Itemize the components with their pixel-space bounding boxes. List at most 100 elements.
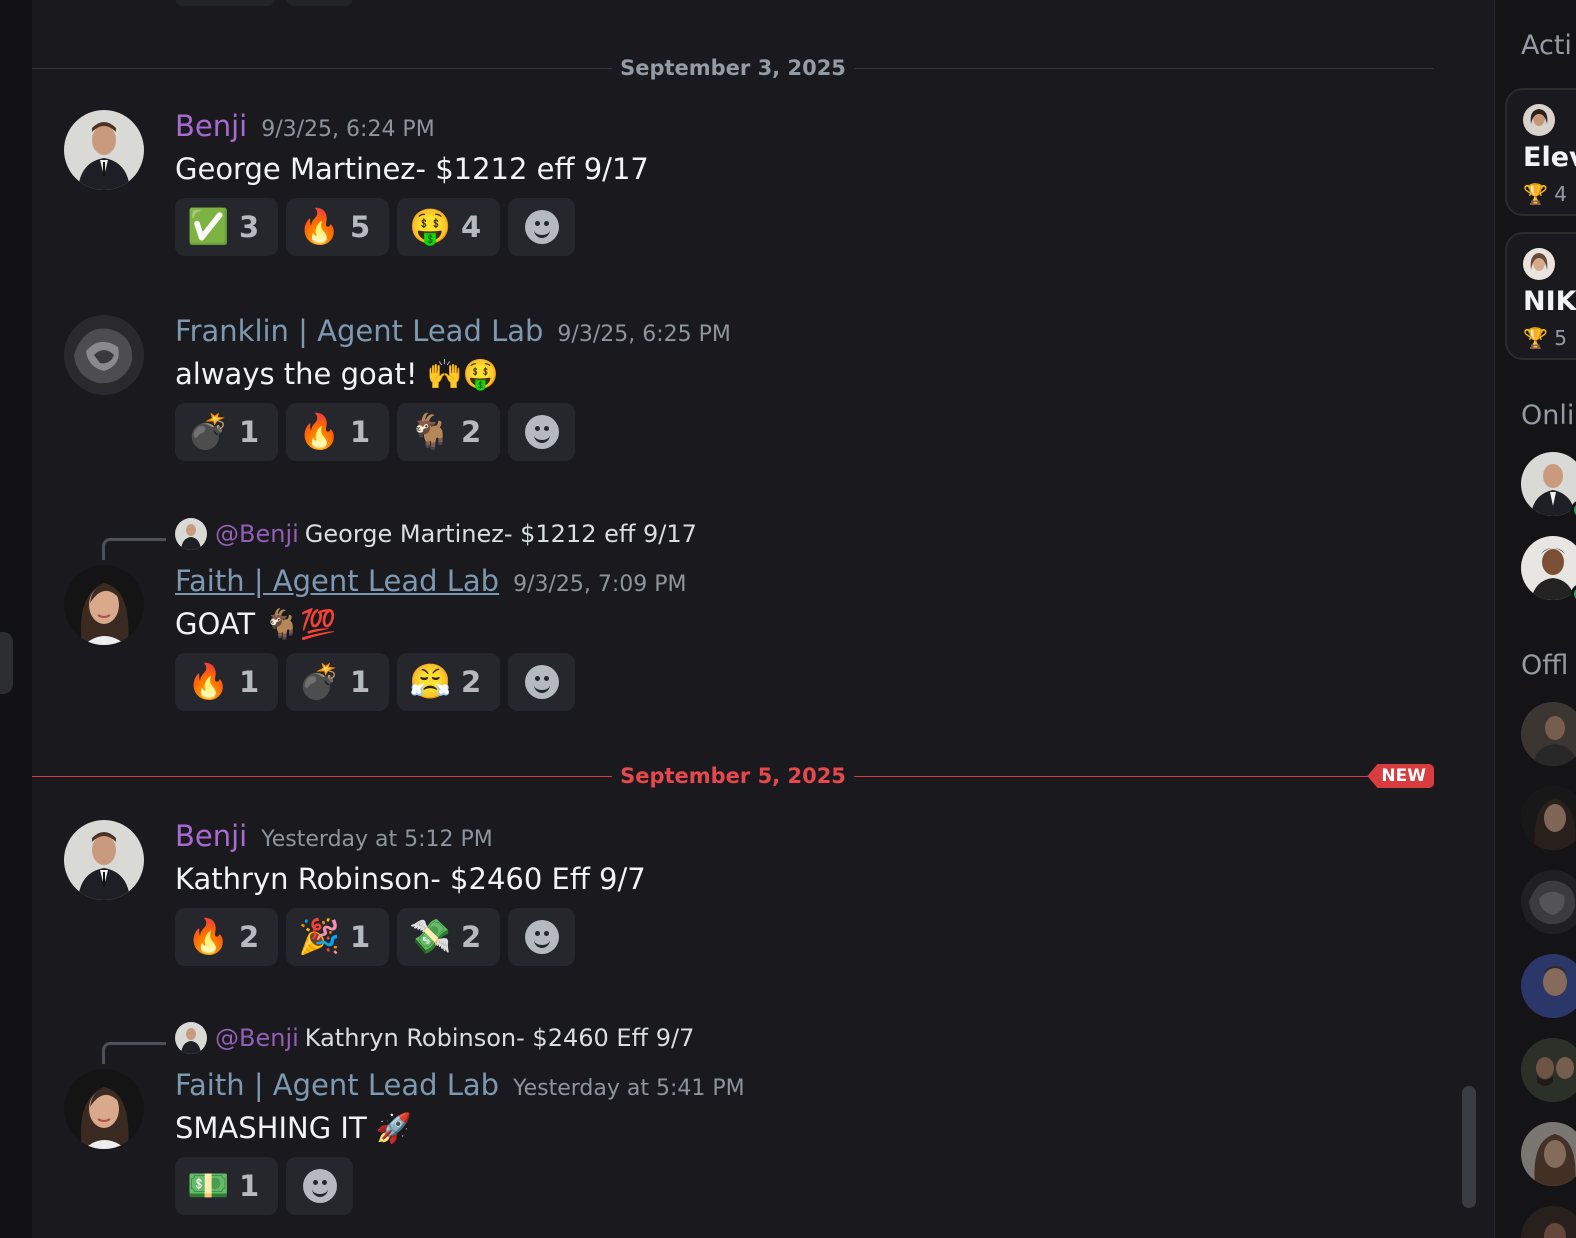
reply-spine (102, 538, 166, 560)
add-reaction-button[interactable] (508, 653, 575, 711)
message-content: Kathryn Robinson- $2460 Eff 9/7 (175, 862, 646, 896)
message-content: GOAT 🐐💯 (175, 607, 337, 641)
add-reaction-button[interactable] (508, 198, 575, 256)
reaction[interactable]: 🎉 1 (286, 908, 389, 966)
avatar[interactable] (64, 565, 144, 645)
member-avatar[interactable] (1521, 786, 1576, 850)
reaction[interactable]: ✅ 3 (175, 198, 278, 256)
reaction[interactable]: 🔥 5 (286, 198, 389, 256)
message-content: always the goat! 🙌🤑 (175, 357, 499, 391)
date-divider: September 3, 2025 (32, 58, 1434, 79)
fire-emoji-icon: 🔥 (187, 662, 230, 702)
party-popper-emoji-icon: 🎉 (298, 917, 341, 957)
member-avatar[interactable] (1521, 536, 1576, 600)
reaction[interactable]: 🤑 4 (397, 198, 500, 256)
activity-card[interactable]: Elev 🏆 4 (1505, 88, 1576, 216)
reply-avatar (175, 518, 207, 550)
reaction-count: 2 (461, 665, 482, 699)
member-avatar[interactable] (1521, 954, 1576, 1018)
reaction[interactable]: 🔥 1 (286, 403, 389, 461)
reactions: 💣 1 🔥 1 🐐 2 (175, 403, 731, 461)
member-avatar[interactable] (1521, 1038, 1576, 1102)
reaction[interactable]: 💣 1 (175, 403, 278, 461)
reactions: ✅ 3 🔥 5 🤑 4 (175, 198, 649, 256)
smiley-icon (524, 665, 559, 699)
username[interactable]: Benji (175, 109, 247, 143)
reaction-count: 5 (350, 210, 371, 244)
smiley-icon (524, 415, 559, 449)
reaction-count: 1 (239, 665, 260, 699)
fire-emoji-icon: 🔥 (298, 207, 341, 247)
avatar (1523, 104, 1555, 136)
bomb-emoji-icon: 💣 (298, 662, 341, 702)
member-avatar[interactable] (1521, 702, 1576, 766)
online-heading: Onli (1521, 400, 1575, 431)
reaction-count: 2 (239, 920, 260, 954)
reaction[interactable]: 🔥 2 (175, 908, 278, 966)
reaction-count: 1 (350, 665, 371, 699)
reaction-count: 1 (239, 415, 260, 449)
money-mouth-emoji-icon: 🤑 (409, 207, 452, 247)
reaction-count: 3 (239, 210, 260, 244)
username[interactable]: Franklin | Agent Lead Lab (175, 314, 543, 348)
message-content: SMASHING IT 🚀 (175, 1111, 413, 1145)
avatar[interactable] (64, 315, 144, 395)
timestamp: Yesterday at 5:41 PM (513, 1076, 745, 1101)
previous-add-reaction[interactable] (286, 0, 353, 6)
smiley-icon (524, 920, 559, 954)
member-sidebar: Acti Elev 🏆 4 NIK 🏆 5 Onli Offl (1494, 0, 1576, 1238)
timestamp: 9/3/25, 6:25 PM (557, 322, 731, 347)
username[interactable]: Faith | Agent Lead Lab (175, 1068, 499, 1102)
activity-name: Elev (1523, 142, 1576, 173)
reaction-count: 1 (239, 1169, 260, 1203)
fire-emoji-icon: 🔥 (298, 412, 341, 452)
server-rail (0, 0, 32, 1238)
smiley-icon (524, 210, 559, 244)
offline-heading: Offl (1521, 650, 1569, 681)
reactions: 🔥 2 🎉 1 💸 2 (175, 908, 646, 966)
add-reaction-button[interactable] (508, 403, 575, 461)
reaction-count: 1 (350, 920, 371, 954)
activity-card[interactable]: NIK 🏆 5 (1505, 232, 1576, 360)
reply-mention[interactable]: @Benji (215, 520, 299, 548)
active-now-heading: Acti (1521, 30, 1572, 61)
reaction-count: 2 (461, 415, 482, 449)
username[interactable]: Benji (175, 819, 247, 853)
reaction[interactable]: 🐐 2 (397, 403, 500, 461)
avatar[interactable] (64, 110, 144, 190)
reactions: 🔥 1 💣 1 😤 2 (175, 653, 687, 711)
reaction-count: 4 (461, 210, 482, 244)
trophy-icon: 🏆 4 (1523, 182, 1567, 206)
reply-text: George Martinez- $1212 eff 9/17 (304, 520, 697, 548)
reaction[interactable]: 😤 2 (397, 653, 500, 711)
reply-avatar (175, 1022, 207, 1054)
member-avatar[interactable] (1521, 870, 1576, 934)
avatar[interactable] (64, 820, 144, 900)
member-avatar[interactable] (1521, 1206, 1576, 1238)
avatar[interactable] (64, 1069, 144, 1149)
scrollbar-thumb[interactable] (1462, 1086, 1476, 1208)
add-reaction-button[interactable] (508, 908, 575, 966)
reaction[interactable]: 🔥 1 (175, 653, 278, 711)
date-divider-label: September 5, 2025 (612, 766, 854, 787)
member-avatar[interactable] (1521, 452, 1576, 516)
smiley-icon (302, 1169, 337, 1203)
activity-name: NIK (1523, 286, 1576, 317)
date-divider-label: September 3, 2025 (612, 58, 854, 79)
reaction[interactable]: 💵 1 (175, 1157, 278, 1215)
username[interactable]: Faith | Agent Lead Lab (175, 564, 499, 598)
goat-emoji-icon: 🐐 (409, 412, 452, 452)
server-pill[interactable] (0, 632, 13, 694)
check-emoji-icon: ✅ (187, 207, 230, 247)
new-badge: NEW (1367, 764, 1434, 788)
reply-text: Kathryn Robinson- $2460 Eff 9/7 (304, 1024, 695, 1052)
triumph-emoji-icon: 😤 (409, 662, 452, 702)
trophy-icon: 🏆 5 (1523, 326, 1567, 350)
previous-reaction[interactable] (175, 0, 275, 6)
avatar (1523, 248, 1555, 280)
member-avatar[interactable] (1521, 1122, 1576, 1186)
reply-mention[interactable]: @Benji (215, 1024, 299, 1052)
reaction[interactable]: 💣 1 (286, 653, 389, 711)
add-reaction-button[interactable] (286, 1157, 353, 1215)
reaction[interactable]: 💸 2 (397, 908, 500, 966)
